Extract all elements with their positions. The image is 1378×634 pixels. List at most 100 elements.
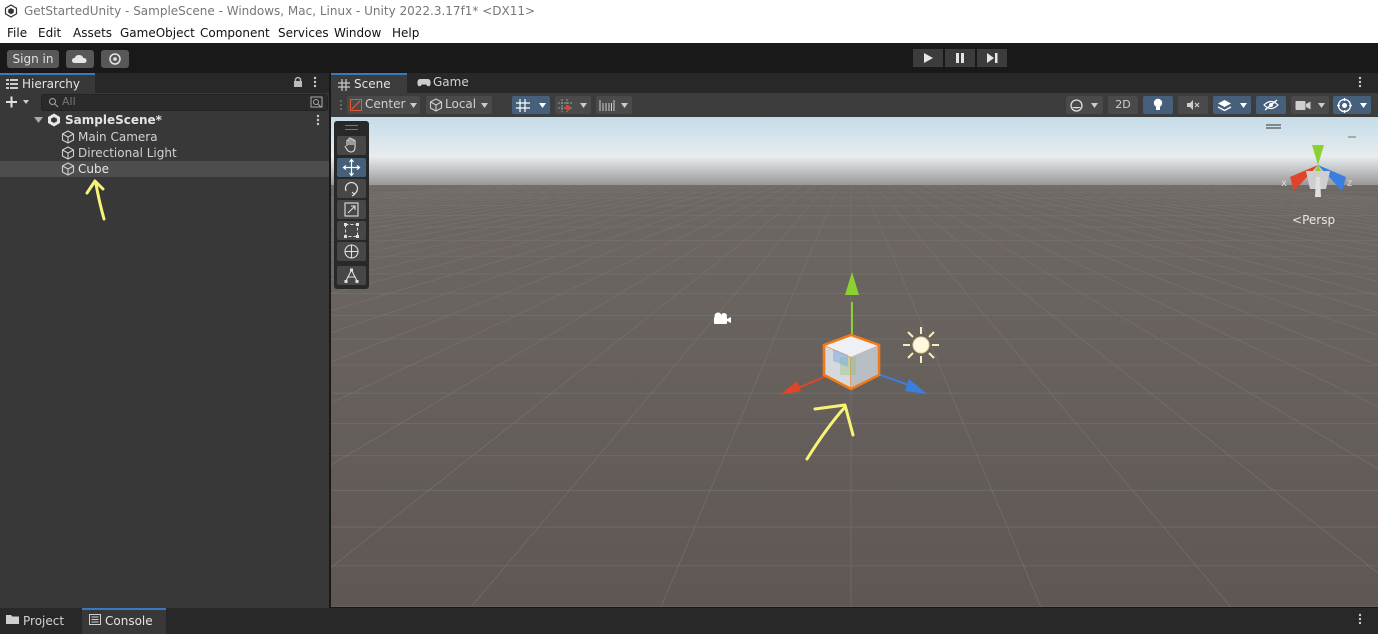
pivot-rotation-label: Local <box>445 97 477 111</box>
hierarchy-list-icon <box>6 79 18 89</box>
annotation-arrow-icon <box>805 403 855 461</box>
main-toolbar <box>0 43 1378 73</box>
menu-services[interactable]: Services <box>278 26 329 40</box>
scene-more-icon[interactable] <box>1357 76 1363 88</box>
menu-file[interactable]: File <box>7 26 27 40</box>
create-add-button[interactable] <box>5 95 33 109</box>
folder-icon <box>6 615 19 624</box>
hierarchy-item-label: Cube <box>78 162 109 176</box>
projection-toggle[interactable]: <Persp <box>1292 213 1335 227</box>
effects-dropdown[interactable] <box>1213 96 1251 114</box>
rotate-tool-icon <box>344 181 359 197</box>
tab-hierarchy[interactable]: Hierarchy <box>0 73 95 93</box>
menu-window[interactable]: Window <box>334 26 381 40</box>
tab-project[interactable]: Project <box>0 608 80 634</box>
cube-object[interactable] <box>771 267 931 402</box>
search-placeholder: All <box>62 95 76 108</box>
unity-scene-icon <box>48 113 60 127</box>
transform-tool-button[interactable] <box>337 242 366 261</box>
scale-tool-icon <box>344 202 359 217</box>
gameobject-cube-icon <box>61 146 75 160</box>
annotation-arrow-icon <box>85 179 106 221</box>
gamepad-icon <box>417 79 431 87</box>
persp-back-icon: < <box>1292 213 1303 227</box>
gizmos-icon <box>1337 98 1352 113</box>
hierarchy-more-icon[interactable] <box>312 76 318 88</box>
gameobject-cube-icon <box>61 130 75 144</box>
chevron-down-icon <box>1360 103 1367 108</box>
step-button[interactable] <box>977 49 1007 67</box>
custom-tool-button[interactable] <box>337 266 366 285</box>
camera-settings-dropdown[interactable] <box>1291 96 1329 114</box>
z-axis-arrow-icon[interactable] <box>905 379 927 394</box>
toggle-2d-button[interactable]: 2D <box>1108 96 1138 114</box>
play-button[interactable] <box>913 49 943 67</box>
custom-tool-icon <box>344 268 359 283</box>
gizmo-x-label: x <box>1281 178 1287 189</box>
sign-in-button[interactable]: Sign in <box>7 50 59 68</box>
hierarchy-item-main-camera[interactable]: Main Camera <box>0 129 329 145</box>
tab-scene[interactable]: Scene <box>331 73 407 93</box>
ruler-snap-button[interactable] <box>596 96 632 114</box>
camera-icon <box>1295 101 1311 110</box>
scale-tool-button[interactable] <box>337 200 366 219</box>
hierarchy-search-input[interactable]: All <box>41 94 328 111</box>
scene-name: SampleScene* <box>65 113 162 127</box>
hierarchy-item-directional-light[interactable]: Directional Light <box>0 145 329 161</box>
scene-viewport[interactable]: y x z <Persp <box>331 117 1378 607</box>
y-axis-arrow-icon[interactable] <box>845 272 859 295</box>
chevron-down-icon <box>1091 103 1098 108</box>
pivot-mode-dropdown[interactable]: Center <box>347 96 420 114</box>
tab-scene-label: Scene <box>354 77 391 91</box>
cloud-button[interactable] <box>66 50 94 68</box>
hierarchy-item-label: Directional Light <box>78 146 177 160</box>
chevron-down-icon <box>481 103 488 108</box>
services-settings-button[interactable] <box>101 50 129 68</box>
scene-more-icon[interactable] <box>315 114 321 126</box>
chevron-down-icon <box>580 103 587 108</box>
bottom-tab-bar <box>0 608 1378 634</box>
console-icon <box>89 614 101 625</box>
unity-logo-icon <box>4 4 18 18</box>
move-tool-button[interactable] <box>337 158 366 177</box>
rect-tool-button[interactable] <box>337 221 366 240</box>
hierarchy-item-cube[interactable]: Cube <box>0 161 329 177</box>
expand-arrow-icon[interactable] <box>34 116 43 124</box>
gizmo-y-label: y <box>1316 129 1322 140</box>
tab-project-label: Project <box>23 614 65 628</box>
scene-row[interactable]: SampleScene* <box>0 112 329 128</box>
grid-snap-button[interactable] <box>512 96 550 114</box>
x-axis-arrow-icon[interactable] <box>780 381 801 395</box>
chevron-down-icon <box>1318 103 1325 108</box>
camera-gizmo-icon[interactable] <box>710 311 732 327</box>
tab-game[interactable]: Game <box>414 73 474 93</box>
menu-help[interactable]: Help <box>392 26 419 40</box>
scene-visibility-button[interactable] <box>1256 96 1286 114</box>
audio-toggle-button[interactable] <box>1178 96 1208 114</box>
scene-grid-icon <box>338 79 350 91</box>
gizmos-dropdown[interactable] <box>1333 96 1371 114</box>
search-by-type-icon[interactable] <box>310 96 323 108</box>
pause-button[interactable] <box>945 49 975 67</box>
pivot-rotation-dropdown[interactable]: Local <box>426 96 492 114</box>
lock-icon[interactable] <box>293 76 303 88</box>
window-title: GetStartedUnity - SampleScene - Windows,… <box>24 4 536 18</box>
menu-assets[interactable]: Assets <box>73 26 112 40</box>
console-more-icon[interactable] <box>1357 613 1363 625</box>
rotate-tool-button[interactable] <box>337 179 366 198</box>
menu-gameobject[interactable]: GameObject <box>120 26 195 40</box>
chevron-down-icon <box>621 103 628 108</box>
menu-edit[interactable]: Edit <box>38 26 61 40</box>
settings-icon <box>109 53 121 65</box>
hand-tool-button[interactable] <box>337 136 366 155</box>
increment-snap-button[interactable] <box>555 96 591 114</box>
hierarchy-tab-label: Hierarchy <box>22 77 81 91</box>
menu-component[interactable]: Component <box>200 26 270 40</box>
tab-console[interactable]: Console <box>82 608 166 634</box>
gizmo-menu-icon[interactable] <box>1266 124 1281 129</box>
lighting-toggle-button[interactable] <box>1143 96 1173 114</box>
draw-mode-dropdown[interactable] <box>1066 96 1103 114</box>
palette-grip-icon <box>345 125 358 130</box>
chevron-down-icon <box>410 103 417 108</box>
ruler-icon <box>599 100 615 111</box>
